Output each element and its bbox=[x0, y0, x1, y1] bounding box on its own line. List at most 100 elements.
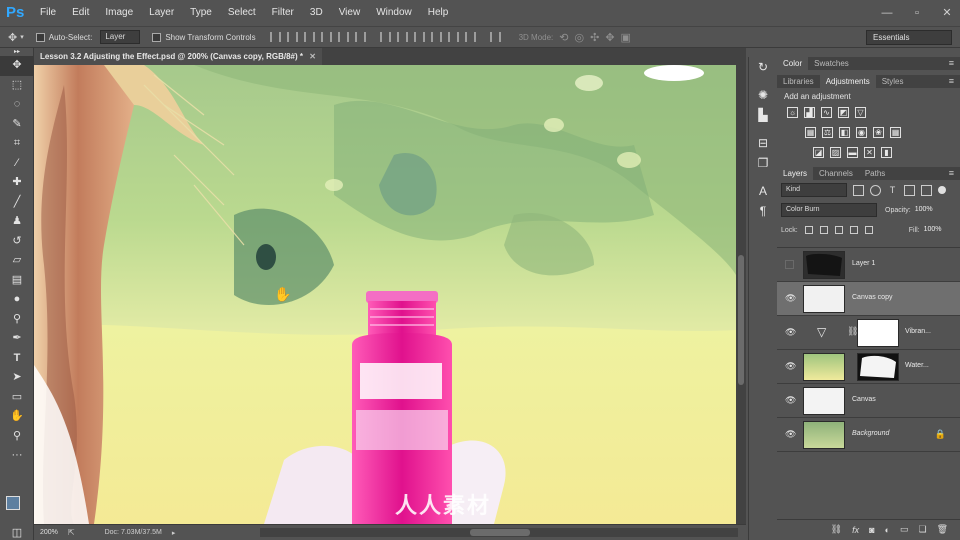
history-panel-icon[interactable]: ↻ bbox=[749, 57, 777, 77]
vertical-scrollbar[interactable] bbox=[736, 65, 746, 524]
adjustment-filter-icon[interactable] bbox=[870, 184, 881, 196]
curves-icon[interactable]: ∿ bbox=[821, 106, 832, 118]
menu-select[interactable]: Select bbox=[220, 0, 264, 26]
align-right-icon[interactable] bbox=[354, 32, 366, 42]
threshold-icon[interactable]: ▬ bbox=[847, 146, 858, 158]
chevron-right-icon[interactable]: ▸ bbox=[172, 529, 176, 537]
character-panel-icon[interactable]: A bbox=[749, 181, 777, 201]
layer-row[interactable]: 👁 Canvas bbox=[777, 384, 960, 418]
new-adjustment-icon[interactable]: ◐ bbox=[885, 525, 890, 535]
eraser-tool-icon[interactable]: ▱ bbox=[0, 251, 34, 271]
menu-view[interactable]: View bbox=[331, 0, 369, 26]
roll-3d-icon[interactable]: ◎ bbox=[574, 31, 584, 44]
add-mask-icon[interactable]: ◙ bbox=[869, 525, 874, 535]
lock-transparent-icon[interactable] bbox=[804, 226, 813, 234]
vibrance-icon[interactable]: ▽ bbox=[855, 106, 866, 118]
quick-select-tool-icon[interactable]: ✎ bbox=[0, 115, 34, 135]
exposure-icon[interactable]: ◩ bbox=[838, 106, 849, 118]
tools-collapse-icon[interactable]: ▸▸ bbox=[0, 48, 34, 56]
quick-mask-icon[interactable]: ◫ bbox=[0, 524, 34, 540]
opacity-field[interactable]: 100% bbox=[915, 204, 939, 216]
slide-3d-icon[interactable]: ✥ bbox=[605, 31, 614, 44]
auto-align-icon[interactable] bbox=[489, 32, 501, 42]
delete-layer-icon[interactable]: 🗑 bbox=[937, 524, 948, 535]
share-icon[interactable]: ⇱ bbox=[68, 528, 75, 537]
layer-style-icon[interactable]: fx bbox=[852, 525, 859, 535]
menu-file[interactable]: File bbox=[32, 0, 64, 26]
drag-3d-icon[interactable]: ✣ bbox=[590, 31, 599, 44]
visibility-toggle[interactable] bbox=[785, 260, 794, 269]
gradient-map-icon[interactable]: ▮ bbox=[881, 146, 892, 158]
tab-paths[interactable]: Paths bbox=[859, 167, 891, 180]
channel-mixer-icon[interactable]: ❀ bbox=[873, 126, 884, 138]
move-tool-icon[interactable]: ✥ bbox=[8, 31, 17, 44]
healing-brush-tool-icon[interactable]: ✚ bbox=[0, 173, 34, 193]
layer-row[interactable]: 👁 Background 🔒 bbox=[777, 418, 960, 452]
menu-edit[interactable]: Edit bbox=[64, 0, 97, 26]
color-lookup-icon[interactable]: ▦ bbox=[890, 126, 901, 138]
crop-tool-icon[interactable]: ⌗ bbox=[0, 134, 34, 154]
canvas[interactable]: ✋ bbox=[34, 65, 736, 524]
link-layers-icon[interactable]: ⛓ bbox=[831, 524, 842, 535]
lock-all-icon[interactable] bbox=[864, 226, 873, 234]
workspace-dropdown[interactable]: Essentials bbox=[866, 30, 952, 45]
chevron-down-icon[interactable]: ▾ bbox=[20, 33, 24, 41]
align-hcenter-icon[interactable] bbox=[337, 32, 349, 42]
adjustments-sun-icon[interactable]: ✺ bbox=[749, 85, 777, 105]
layer-row[interactable]: Layer 1 bbox=[777, 248, 960, 282]
fill-field[interactable]: 100% bbox=[924, 224, 948, 236]
move-tool-icon[interactable]: ✥ bbox=[0, 56, 34, 76]
align-left-icon[interactable] bbox=[320, 32, 332, 42]
actions-panel-icon[interactable]: ▙ bbox=[749, 105, 777, 125]
horizontal-scroll-thumb[interactable] bbox=[470, 529, 530, 536]
brush-tool-icon[interactable]: ╱ bbox=[0, 193, 34, 213]
menu-type[interactable]: Type bbox=[182, 0, 220, 26]
posterize-icon[interactable]: ▨ bbox=[830, 146, 841, 158]
distribute-top-icon[interactable] bbox=[379, 32, 391, 42]
eye-icon[interactable]: 👁 bbox=[785, 396, 796, 405]
eye-icon[interactable]: 👁 bbox=[785, 362, 796, 371]
photo-filter-icon[interactable]: ◉ bbox=[856, 126, 867, 138]
layer-row[interactable]: 👁 ▽ ⛓ Vibran... bbox=[777, 316, 960, 350]
eye-icon[interactable]: 👁 bbox=[785, 430, 796, 439]
eye-icon[interactable]: 👁 bbox=[785, 294, 796, 303]
menu-help[interactable]: Help bbox=[420, 0, 457, 26]
align-bottom-icon[interactable] bbox=[303, 32, 315, 42]
layer-comps-icon[interactable]: ❐ bbox=[749, 153, 777, 173]
type-tool-icon[interactable]: T bbox=[0, 349, 34, 369]
panel-menu-icon[interactable]: ≡ bbox=[949, 167, 954, 180]
tab-layers[interactable]: Layers bbox=[777, 167, 814, 180]
layer-row[interactable]: 👁 Canvas copy bbox=[777, 282, 960, 316]
lock-artboard-icon[interactable] bbox=[849, 226, 858, 234]
orbit-3d-icon[interactable]: ⟲ bbox=[559, 31, 568, 44]
panel-menu-icon[interactable]: ≡ bbox=[949, 57, 954, 70]
layer-row[interactable]: 👁 Water... bbox=[777, 350, 960, 384]
kind-filter-dropdown[interactable]: Kind bbox=[781, 183, 847, 197]
menu-window[interactable]: Window bbox=[368, 0, 420, 26]
minimize-icon[interactable]: — bbox=[880, 7, 894, 19]
filter-toggle[interactable] bbox=[938, 186, 946, 194]
tab-adjustments[interactable]: Adjustments bbox=[819, 75, 876, 88]
tab-channels[interactable]: Channels bbox=[813, 167, 859, 180]
black-white-icon[interactable]: ◧ bbox=[839, 126, 850, 138]
pen-tool-icon[interactable]: ✒ bbox=[0, 329, 34, 349]
invert-icon[interactable]: ◪ bbox=[813, 146, 824, 158]
clone-stamp-tool-icon[interactable]: ♟ bbox=[0, 212, 34, 232]
distribute-left-icon[interactable] bbox=[430, 32, 442, 42]
horizontal-scrollbar[interactable] bbox=[260, 528, 738, 537]
lasso-tool-icon[interactable]: ◌ bbox=[0, 95, 34, 115]
eye-icon[interactable]: 👁 bbox=[785, 328, 796, 337]
hand-tool-icon[interactable]: ✋ bbox=[0, 407, 34, 427]
document-tab[interactable]: Lesson 3.2 Adjusting the Effect.psd @ 20… bbox=[34, 48, 322, 65]
tab-styles[interactable]: Styles bbox=[876, 75, 910, 88]
zoom-tool-icon[interactable]: ⚲ bbox=[0, 427, 34, 447]
lock-position-icon[interactable] bbox=[834, 226, 843, 234]
distribute-bottom-icon[interactable] bbox=[413, 32, 425, 42]
more-tools-icon[interactable]: ··· bbox=[0, 446, 34, 466]
properties-panel-icon[interactable]: ⊟ bbox=[749, 133, 777, 153]
blur-tool-icon[interactable]: ● bbox=[0, 290, 34, 310]
tab-libraries[interactable]: Libraries bbox=[777, 75, 820, 88]
selective-color-icon[interactable]: ✕ bbox=[864, 146, 875, 158]
distribute-vcenter-icon[interactable] bbox=[396, 32, 408, 42]
lock-pixels-icon[interactable] bbox=[819, 226, 828, 234]
